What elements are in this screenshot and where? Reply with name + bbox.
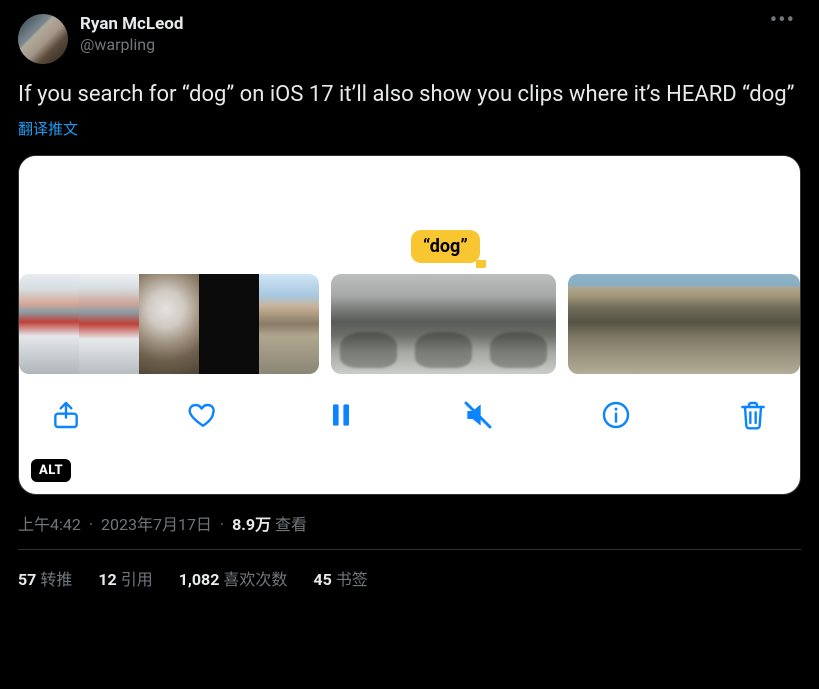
clip-frame	[259, 274, 319, 374]
clip-frame	[406, 274, 481, 374]
video-timeline[interactable]	[19, 274, 800, 374]
caption-tooltip: “dog”	[411, 230, 480, 263]
clip-frame	[723, 274, 762, 374]
clip-frame	[79, 274, 139, 374]
clip-frame	[199, 274, 259, 374]
pause-icon[interactable]	[324, 398, 358, 432]
clip-frame	[645, 274, 684, 374]
clip-frame	[19, 274, 79, 374]
tweet-date[interactable]: 2023年7月17日	[101, 515, 212, 534]
heart-icon[interactable]	[186, 398, 220, 432]
mute-icon[interactable]	[461, 398, 495, 432]
media-card[interactable]: “dog”	[18, 155, 801, 495]
separator: ·	[220, 515, 224, 534]
more-options-icon[interactable]: •••	[764, 14, 801, 27]
stat-bookmarks[interactable]: 45书签	[313, 566, 367, 590]
tweet-meta: 上午4:42 · 2023年7月17日 · 8.9万 查看	[18, 511, 801, 535]
clip-group[interactable]	[19, 274, 319, 374]
tweet-text: If you search for “dog” on iOS 17 it’ll …	[18, 80, 801, 110]
clip-frame	[568, 274, 607, 374]
views-count[interactable]: 8.9万	[232, 515, 271, 534]
clip-group[interactable]	[568, 274, 800, 374]
clip-frame	[331, 274, 406, 374]
views-label: 查看	[275, 515, 307, 534]
clip-frame	[684, 274, 723, 374]
share-icon[interactable]	[49, 398, 83, 432]
media-toolbar	[19, 374, 800, 432]
stat-likes[interactable]: 1,082喜欢次数	[179, 566, 288, 590]
author-block: Ryan McLeod @warpling	[80, 14, 764, 55]
media-card-top: “dog”	[19, 156, 800, 274]
stat-quotes[interactable]: 12引用	[98, 566, 152, 590]
avatar[interactable]	[18, 14, 68, 64]
author-handle[interactable]: @warpling	[80, 35, 764, 55]
stat-retweets[interactable]: 57转推	[18, 566, 72, 590]
tweet-time[interactable]: 上午4:42	[18, 515, 81, 534]
tweet-stats: 57转推 12引用 1,082喜欢次数 45书签	[18, 550, 801, 590]
trash-icon[interactable]	[736, 398, 770, 432]
author-name[interactable]: Ryan McLeod	[80, 14, 764, 35]
translate-link[interactable]: 翻译推文	[18, 118, 801, 139]
clip-frame	[481, 274, 556, 374]
clip-frame	[761, 274, 800, 374]
separator: ·	[89, 515, 93, 534]
tweet-header: Ryan McLeod @warpling •••	[18, 14, 801, 64]
clip-group-active[interactable]	[331, 274, 556, 374]
tweet-container: Ryan McLeod @warpling ••• If you search …	[0, 0, 819, 590]
clip-frame	[607, 274, 646, 374]
alt-badge[interactable]: ALT	[31, 459, 71, 482]
clip-frame	[139, 274, 199, 374]
info-icon[interactable]	[599, 398, 633, 432]
